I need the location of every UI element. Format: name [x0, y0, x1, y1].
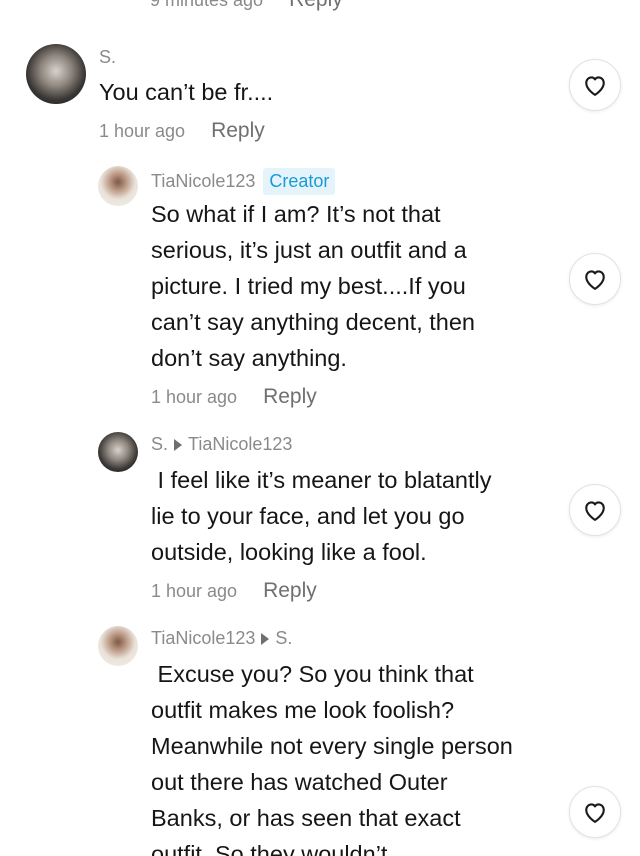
comment-text: Excuse you? So you think that outfit mak…: [151, 661, 513, 856]
avatar[interactable]: [98, 626, 138, 666]
creator-badge: Creator: [263, 168, 336, 195]
avatar[interactable]: [98, 432, 138, 472]
avatar[interactable]: [98, 166, 138, 206]
reply-button[interactable]: Reply: [289, 0, 343, 11]
avatar[interactable]: [26, 44, 86, 104]
heart-outline-icon: [585, 803, 605, 823]
comment-username[interactable]: TiaNicole123 Creator: [151, 168, 336, 195]
reply-button[interactable]: Reply: [263, 385, 317, 408]
comment-username[interactable]: S. TiaNicole123: [151, 434, 292, 455]
comment-text: So what if I am? It’s not that serious, …: [151, 201, 475, 371]
like-button[interactable]: [569, 253, 621, 305]
comment-username[interactable]: TiaNicole123 S.: [151, 628, 292, 649]
previous-comment-meta: 9 minutes ago Reply: [150, 0, 343, 12]
heart-outline-icon: [585, 76, 605, 96]
comment-meta: 1 hour ago Reply: [151, 579, 317, 603]
comment-username[interactable]: S.: [99, 47, 116, 68]
comment-time: 1 hour ago: [151, 581, 238, 601]
like-button[interactable]: [569, 59, 621, 111]
triangle-right-icon: [174, 439, 183, 451]
like-button[interactable]: [569, 484, 621, 536]
like-button[interactable]: [569, 786, 621, 838]
comment-text: You can’t be fr....: [99, 79, 274, 105]
comment-text: I feel like it’s meaner to blatantly lie…: [151, 467, 492, 565]
reply-button[interactable]: Reply: [211, 119, 265, 142]
triangle-right-icon: [261, 633, 270, 645]
comment-time: 1 hour ago: [99, 121, 186, 141]
comment-time: 1 hour ago: [151, 387, 238, 407]
reply-button[interactable]: Reply: [263, 579, 317, 602]
heart-outline-icon: [585, 270, 605, 290]
heart-outline-icon: [585, 501, 605, 521]
comment-meta: 1 hour ago Reply: [99, 119, 265, 143]
comment-meta: 1 hour ago Reply: [151, 385, 317, 409]
comment-time: 9 minutes ago: [150, 0, 264, 10]
